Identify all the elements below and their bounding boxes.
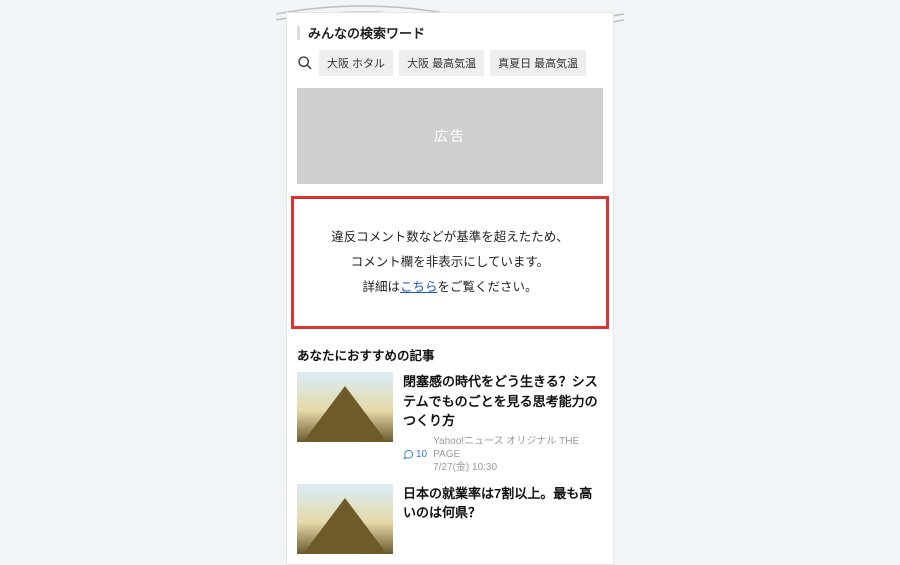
article-source-date: Yahoo!ニュース オリジナル THE PAGE 7/27(金) 10:30 [433,435,603,474]
article-date: 7/27(金) 10:30 [433,462,497,473]
search-tag[interactable]: 大阪 ホタル [319,50,393,76]
ad-placeholder[interactable]: 広告 [297,88,603,184]
search-keywords-title: みんなの検索ワード [308,23,425,42]
article-title: 閉塞感の時代をどう生きる？システムでものごとを見る思考能力のつくり方 [403,372,603,431]
recommended-articles-heading: あなたにおすすめの記事 [287,339,613,372]
comment-count: 10 [416,448,427,461]
article-body: 日本の就業率は7割以上。最も高いのは何県？ [403,484,603,554]
notice-line-3: 詳細はこちらをご覧ください。 [306,275,594,300]
article-thumbnail [297,372,393,442]
article-meta: 10 Yahoo!ニュース オリジナル THE PAGE 7/27(金) 10:… [403,435,603,474]
notice-suffix: をご覧ください。 [438,280,538,294]
article-source: Yahoo!ニュース オリジナル THE PAGE [433,436,579,460]
search-icon [297,55,313,71]
notice-prefix: 詳細は [362,280,400,294]
search-tag[interactable]: 真夏日 最高気温 [490,50,586,76]
article-title: 日本の就業率は7割以上。最も高いのは何県？ [403,484,603,523]
notice-line-2: コメント欄を非表示にしています。 [306,250,594,275]
article-item[interactable]: 日本の就業率は7割以上。最も高いのは何県？ [287,484,613,564]
heading-accent-bar [297,26,300,40]
ad-label: 広告 [434,126,466,146]
search-keywords-row: 大阪 ホタル 大阪 最高気温 真夏日 最高気温 [287,50,613,88]
comment-count-badge[interactable]: 10 [403,448,427,461]
mobile-screen: みんなの検索ワード 大阪 ホタル 大阪 最高気温 真夏日 最高気温 広告 違反コ… [286,12,614,565]
search-keywords-heading: みんなの検索ワード [287,13,613,50]
article-body: 閉塞感の時代をどう生きる？システムでものごとを見る思考能力のつくり方 10 Ya… [403,372,603,474]
search-tag[interactable]: 大阪 最高気温 [399,50,484,76]
article-item[interactable]: 閉塞感の時代をどう生きる？システムでものごとを見る思考能力のつくり方 10 Ya… [287,372,613,484]
comment-icon [403,449,414,460]
notice-details-link[interactable]: こちら [400,280,438,294]
comments-hidden-notice: 違反コメント数などが基準を超えたため、 コメント欄を非表示にしています。 詳細は… [291,196,609,329]
article-thumbnail [297,484,393,554]
notice-line-1: 違反コメント数などが基準を超えたため、 [306,225,594,250]
